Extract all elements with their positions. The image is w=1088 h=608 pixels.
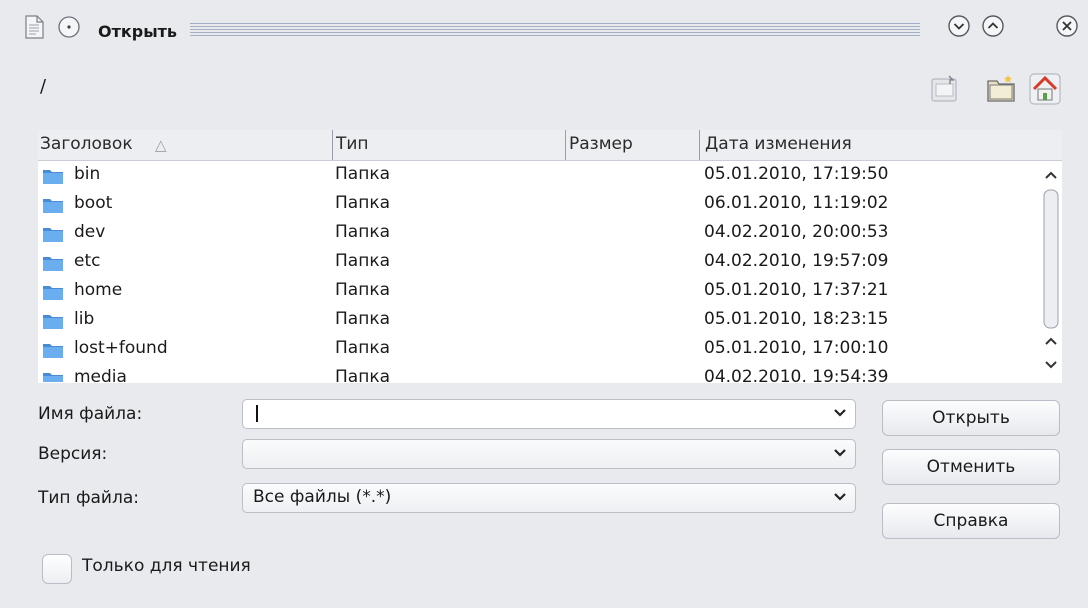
filename-combobox[interactable] (242, 399, 856, 429)
file-list-header: Заголовок △ Тип Размер Дата изменения (38, 130, 1062, 161)
maximize-icon[interactable] (980, 13, 1006, 39)
column-separator[interactable] (565, 130, 566, 160)
cancel-button[interactable]: Отменить (882, 449, 1060, 485)
file-name: etc (74, 251, 101, 271)
file-name: media (74, 367, 127, 382)
chevron-down-icon[interactable] (833, 446, 847, 460)
new-folder-icon[interactable] (984, 72, 1018, 106)
column-separator[interactable] (699, 130, 700, 160)
file-name: dev (74, 222, 106, 242)
folder-icon (43, 170, 63, 184)
open-button[interactable]: Открыть (882, 400, 1060, 436)
file-modified: 05.01.2010, 18:23:15 (704, 309, 889, 329)
close-icon[interactable] (1054, 13, 1080, 39)
folder-icon (43, 373, 63, 382)
filetype-value: Все файлы (*.*) (253, 487, 392, 507)
column-header-size[interactable]: Размер (569, 134, 633, 154)
minimize-icon[interactable] (946, 13, 972, 39)
version-label: Версия: (38, 444, 108, 464)
file-row[interactable]: bin Папка 05.01.2010, 17:19:50 (38, 162, 1038, 191)
folder-icon (43, 315, 63, 329)
file-list-rows: bin Папка 05.01.2010, 17:19:50 boot Папк… (38, 162, 1038, 382)
file-row[interactable]: etc Папка 04.02.2010, 19:57:09 (38, 249, 1038, 278)
title-bar: Открыть (0, 0, 1088, 64)
file-type: Папка (335, 367, 391, 382)
home-icon[interactable] (1028, 72, 1062, 106)
file-type: Папка (335, 222, 391, 242)
folder-icon (43, 199, 63, 213)
file-name: lost+found (74, 338, 168, 358)
up-folder-icon[interactable] (928, 72, 962, 106)
title-grip[interactable] (190, 23, 920, 37)
file-row[interactable]: home Папка 05.01.2010, 17:37:21 (38, 278, 1038, 307)
file-name: boot (74, 193, 113, 213)
version-combobox[interactable] (242, 439, 856, 469)
readonly-label[interactable]: Только для чтения (82, 556, 251, 576)
folder-icon (43, 344, 63, 358)
current-path: / (40, 76, 47, 97)
file-type: Папка (335, 280, 391, 300)
file-modified: 05.01.2010, 17:37:21 (704, 280, 889, 300)
file-name: bin (74, 164, 101, 184)
column-header-modified[interactable]: Дата изменения (705, 134, 852, 154)
folder-icon (43, 286, 63, 300)
sort-indicator-icon: △ (155, 136, 167, 154)
file-type: Папка (335, 193, 391, 213)
document-icon[interactable] (22, 14, 46, 40)
file-row[interactable]: dev Папка 04.02.2010, 20:00:53 (38, 220, 1038, 249)
chevron-down-icon[interactable] (833, 406, 847, 420)
vertical-scrollbar[interactable] (1040, 162, 1062, 382)
file-modified: 05.01.2010, 17:19:50 (704, 164, 889, 184)
column-header-type[interactable]: Тип (336, 134, 369, 154)
help-button[interactable]: Справка (882, 503, 1060, 539)
column-header-title[interactable]: Заголовок (40, 134, 133, 154)
file-type: Папка (335, 251, 391, 271)
readonly-checkbox[interactable] (42, 554, 72, 584)
filetype-label: Тип файла: (38, 488, 139, 508)
file-modified: 04.02.2010, 19:54:39 (704, 367, 889, 382)
file-row[interactable]: boot Папка 06.01.2010, 11:19:02 (38, 191, 1038, 220)
file-row[interactable]: lost+found Папка 05.01.2010, 17:00:10 (38, 336, 1038, 365)
file-row[interactable]: media Папка 04.02.2010, 19:54:39 (38, 365, 1038, 382)
file-name: home (74, 280, 123, 300)
file-row[interactable]: lib Папка 05.01.2010, 18:23:15 (38, 307, 1038, 336)
file-modified: 06.01.2010, 11:19:02 (704, 193, 889, 213)
text-cursor (256, 405, 258, 422)
filename-label: Имя файла: (38, 404, 143, 424)
file-modified: 04.02.2010, 19:57:09 (704, 251, 889, 271)
file-modified: 04.02.2010, 20:00:53 (704, 222, 889, 242)
chevron-down-icon[interactable] (833, 490, 847, 504)
window-title: Открыть (98, 22, 178, 41)
pin-icon[interactable] (56, 14, 82, 40)
filetype-combobox[interactable]: Все файлы (*.*) (242, 483, 856, 513)
column-separator[interactable] (332, 130, 333, 160)
file-name: lib (74, 309, 95, 329)
folder-icon (43, 228, 63, 242)
file-modified: 05.01.2010, 17:00:10 (704, 338, 889, 358)
file-type: Папка (335, 338, 391, 358)
file-type: Папка (335, 164, 391, 184)
folder-icon (43, 257, 63, 271)
file-type: Папка (335, 309, 391, 329)
